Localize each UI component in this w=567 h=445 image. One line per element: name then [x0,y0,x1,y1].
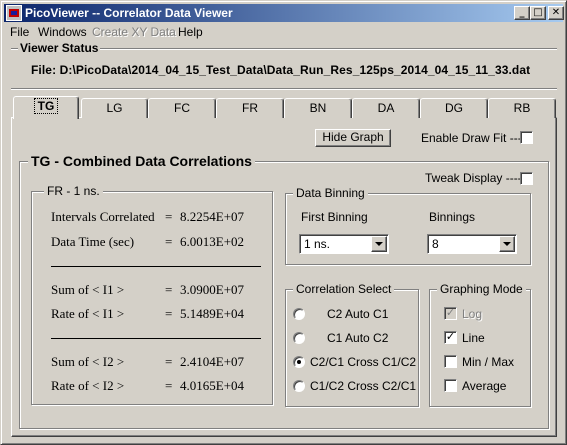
data-time-eq: = [165,234,173,249]
radio-c1-auto-c2-label: C1 Auto C2 [327,331,389,345]
sum-i2-label: Sum of < I2 > [51,354,125,369]
log-label: Log [462,307,483,321]
average-checkbox[interactable] [444,379,457,392]
tab-lg[interactable]: LG [81,98,148,118]
hide-graph-button[interactable]: Hide Graph [315,129,391,147]
graphing-mode-title: Graphing Mode [437,282,526,296]
intervals-correlated-eq: = [165,209,173,224]
sum-i2-eq: = [165,354,173,369]
tab-da[interactable]: DA [352,98,420,118]
sum-i1-eq: = [165,282,173,297]
tweak-display-label: Tweak Display ---- [425,171,522,185]
data-time-value: 6.0013E+02 [180,234,245,249]
rate-i1-label: Rate of < I1 > [51,306,125,321]
rate-i1-value: 5.1489E+04 [180,306,245,321]
rate-i2-label: Rate of < I2 > [51,378,125,393]
average-label: Average [462,379,507,393]
radio-c1c2-cross-c2c1-label: C1/C2 Cross C2/C1 [310,379,417,393]
tab-dg[interactable]: DG [420,98,488,118]
radio-c1c2-cross-c2c1[interactable] [293,380,305,392]
log-checkbox[interactable]: ✓ [444,307,457,320]
viewer-status-bottom-rule [11,88,557,90]
close-button[interactable]: ✕ [548,6,564,20]
min-max-checkbox[interactable] [444,355,457,368]
chevron-down-icon[interactable] [371,236,387,252]
minimize-button[interactable]: _ [514,6,530,20]
tab-tg-label: TG [33,98,59,114]
sum-i2-value: 2.4104E+07 [180,354,245,369]
viewer-status-title: Viewer Status [18,41,101,55]
line-label: Line [462,331,485,345]
data-binning-title: Data Binning [293,186,368,200]
sum-i1-value: 3.0900E+07 [180,282,245,297]
window-title: PicoViewer -- Correlator Data Viewer [25,6,233,20]
menu-create-xy-data[interactable]: Create XY Data [92,25,176,39]
tab-rb[interactable]: RB [488,98,556,118]
menu-bar: File Windows Create XY Data Help [4,23,563,41]
tab-tg[interactable]: TG [13,96,79,119]
fr-group-title: FR - 1 ns. [44,184,103,198]
sum-i1-label: Sum of < I1 > [51,282,125,297]
tab-fc[interactable]: FC [148,98,216,118]
first-binning-label: First Binning [301,210,368,224]
enable-draw-fit-checkbox[interactable] [520,131,533,144]
menu-file[interactable]: File [10,25,29,39]
tg-group-title: TG - Combined Data Correlations [28,153,255,169]
radio-c2-auto-c1[interactable] [293,308,305,320]
app-window: PicoViewer -- Correlator Data Viewer _ □… [0,0,567,445]
maximize-button[interactable]: □ [530,6,546,20]
file-path-label: File: D:\PicoData\2014_04_15_Test_Data\D… [31,63,531,77]
rate-i2-eq: = [165,378,173,393]
data-time-label: Data Time (sec) [51,234,135,249]
intervals-correlated-value: 8.2254E+07 [180,209,245,224]
title-bar[interactable]: PicoViewer -- Correlator Data Viewer _ □… [4,4,564,22]
radio-c1-auto-c2[interactable] [293,332,305,344]
chevron-down-icon[interactable] [499,236,515,252]
fr-separator-1 [51,266,261,267]
menu-help[interactable]: Help [178,25,203,39]
min-max-label: Min / Max [462,355,515,369]
tab-bn[interactable]: BN [284,98,352,118]
correlation-select-title: Correlation Select [293,282,395,296]
tweak-display-checkbox[interactable] [520,172,533,185]
line-checkbox[interactable]: ✓ [444,331,457,344]
radio-c2c1-cross-c1c2[interactable] [293,356,305,368]
rate-i2-value: 4.0165E+04 [180,378,245,393]
data-binning-group [285,193,531,265]
fr-separator-2 [51,338,261,339]
rate-i1-eq: = [165,306,173,321]
first-binning-value: 1 ns. [304,237,331,251]
first-binning-select[interactable]: 1 ns. [299,234,389,254]
intervals-correlated-label: Intervals Correlated [51,209,155,224]
app-icon[interactable] [6,5,22,21]
enable-draw-fit-label: Enable Draw Fit ---- [421,131,526,145]
binnings-select[interactable]: 8 [427,234,517,254]
tab-fr[interactable]: FR [216,98,284,118]
radio-c2-auto-c1-label: C2 Auto C1 [327,307,389,321]
binnings-label: Binnings [429,210,476,224]
menu-windows[interactable]: Windows [38,25,87,39]
binnings-value: 8 [432,237,439,251]
radio-c2c1-cross-c1c2-label: C2/C1 Cross C1/C2 [310,355,417,369]
